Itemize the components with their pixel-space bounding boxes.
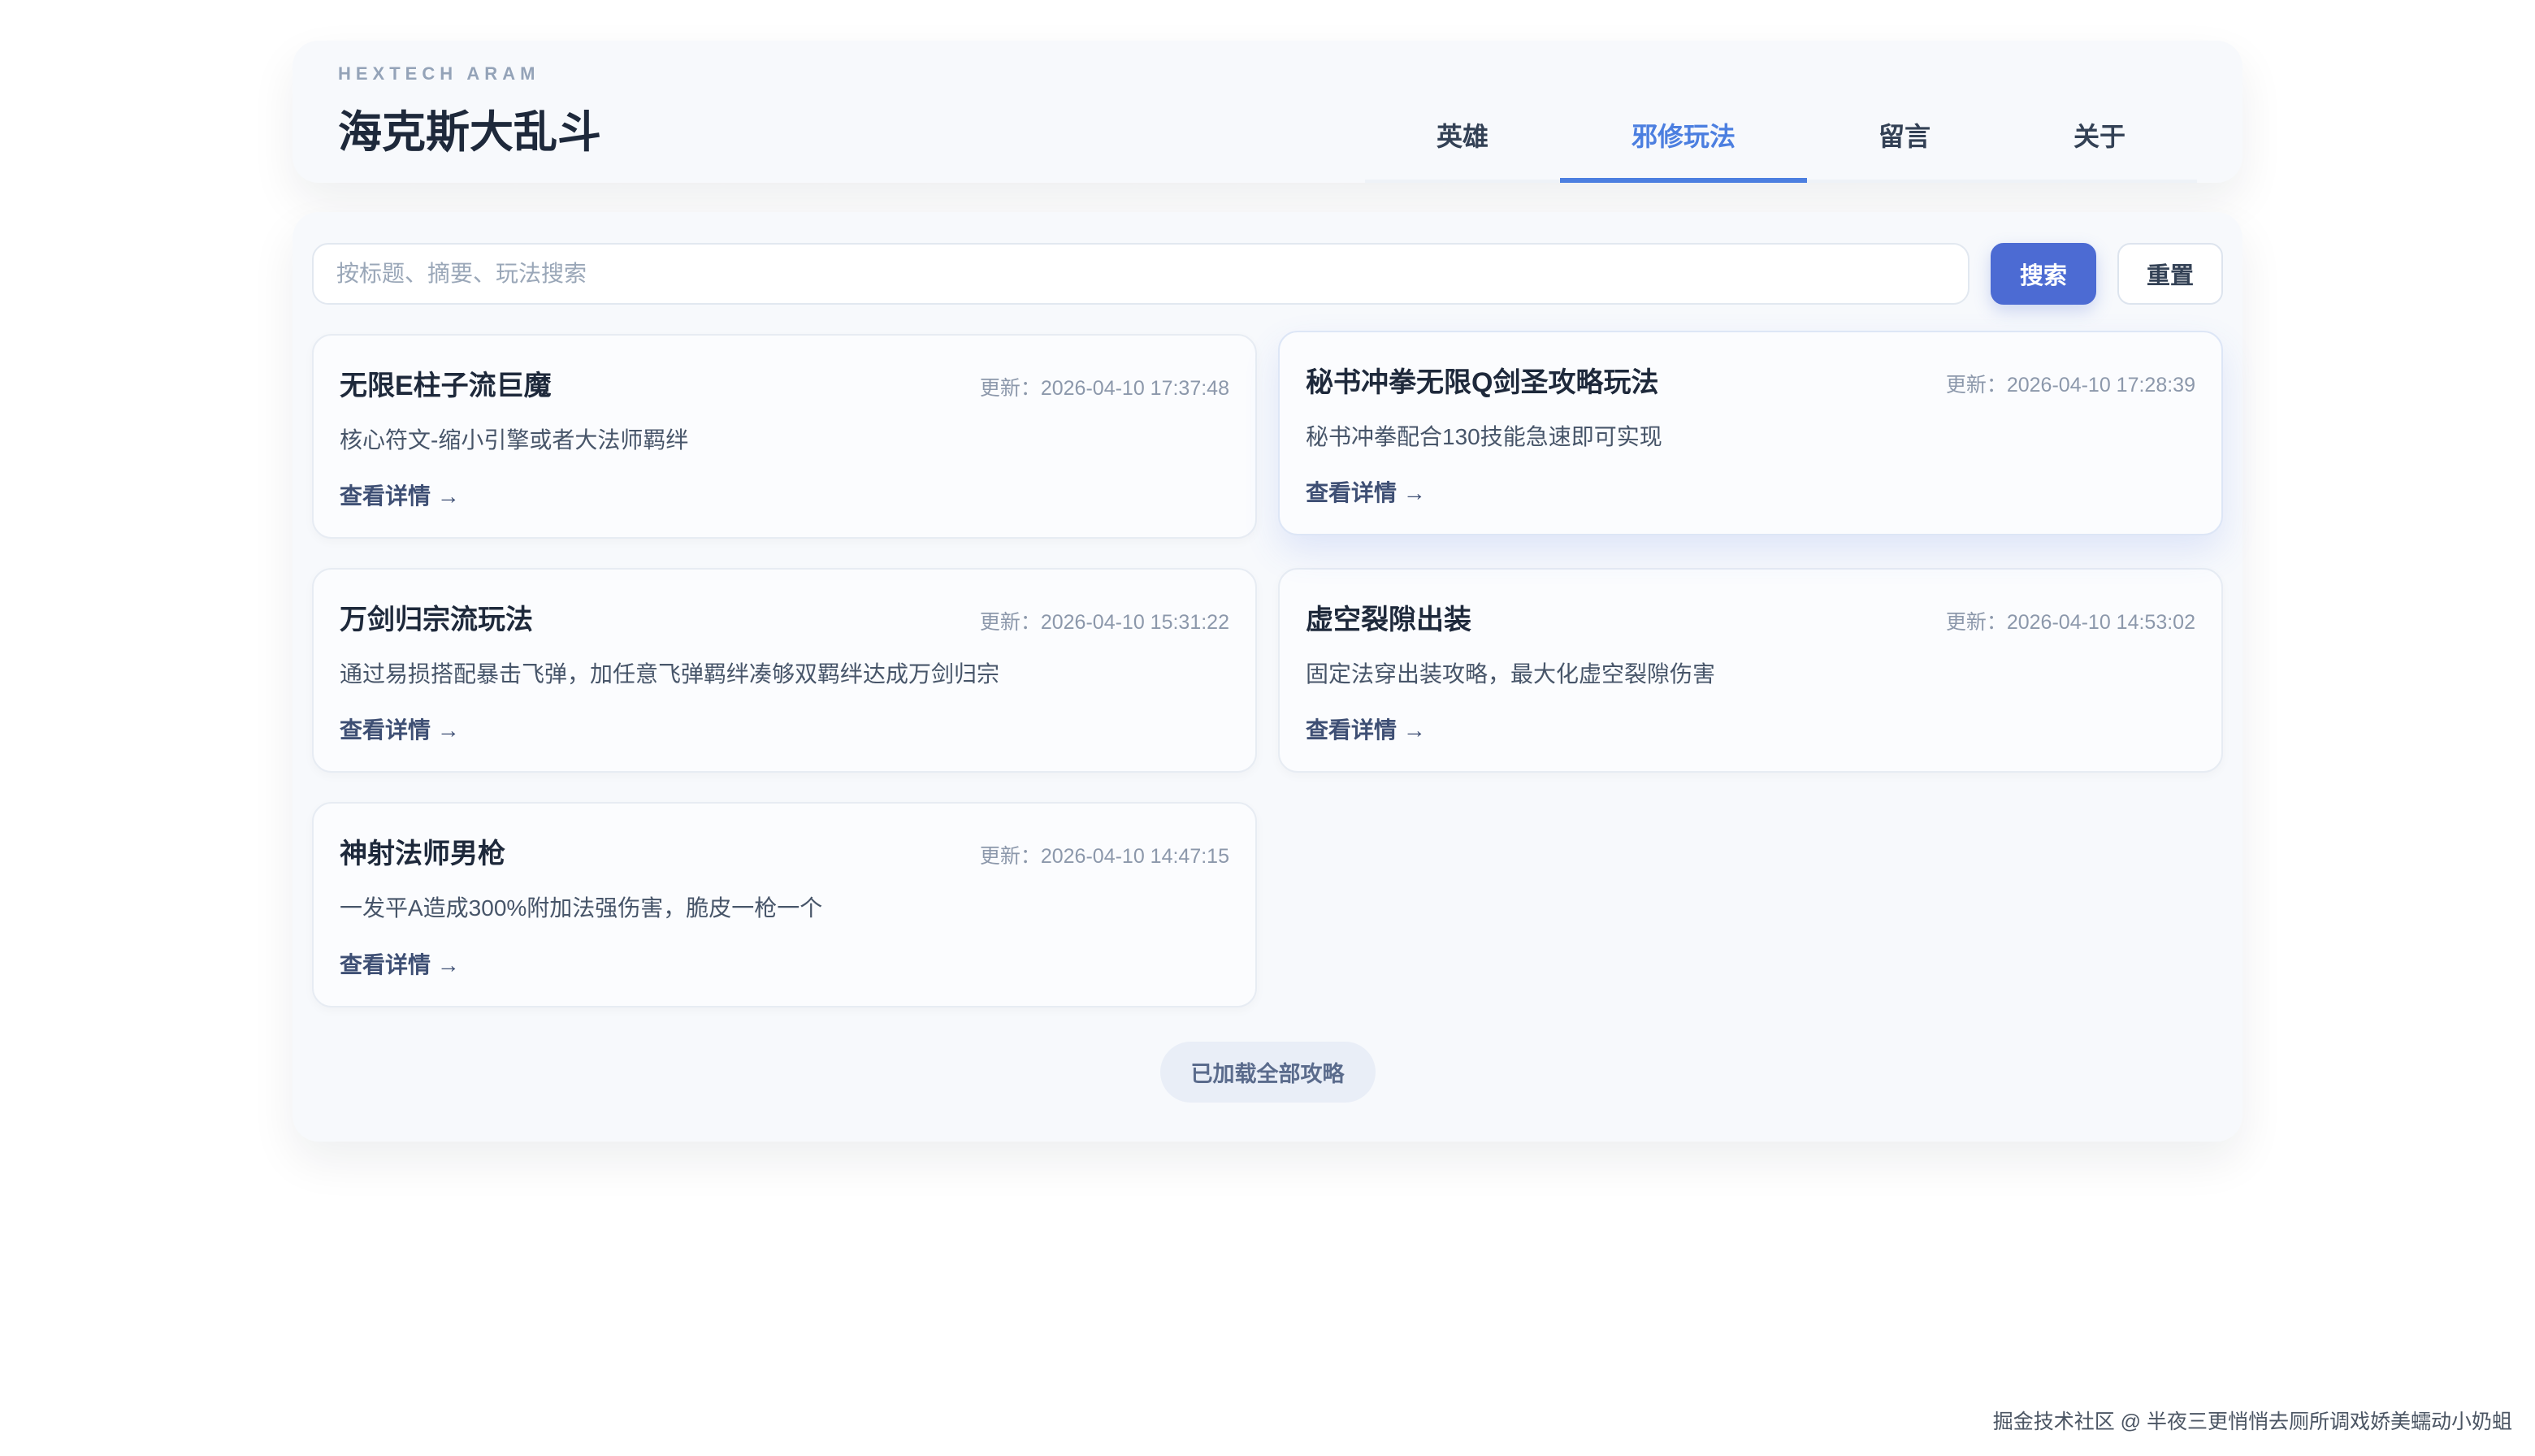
card-summary: 秘书冲拳配合130技能急速即可实现 xyxy=(1306,421,2195,453)
guide-card: 无限E柱子流巨魔 更新：2026-04-10 17:37:48 核心符文-缩小引… xyxy=(312,334,1257,539)
load-status-pill: 已加载全部攻略 xyxy=(1160,1042,1376,1103)
nav-tab-about[interactable]: 关于 xyxy=(2002,93,2197,183)
reset-button[interactable]: 重置 xyxy=(2117,243,2223,305)
card-detail-link[interactable]: 查看详情 → xyxy=(340,713,460,745)
card-summary: 固定法穿出装攻略，最大化虚空裂隙伤害 xyxy=(1306,658,2195,690)
guide-card: 万剑归宗流玩法 更新：2026-04-10 15:31:22 通过易损搭配暴击飞… xyxy=(312,568,1257,773)
search-input[interactable] xyxy=(312,243,1970,305)
card-summary: 核心符文-缩小引擎或者大法师羁绊 xyxy=(340,424,1229,456)
guide-card: 秘书冲拳无限Q剑圣攻略玩法 更新：2026-04-10 17:28:39 秘书冲… xyxy=(1278,331,2223,535)
brand-block: HEXTECH ARAM 海克斯大乱斗 xyxy=(338,63,601,183)
card-head: 无限E柱子流巨魔 更新：2026-04-10 17:37:48 xyxy=(340,363,1229,403)
card-title: 无限E柱子流巨魔 xyxy=(340,363,552,403)
guide-card: 虚空裂隙出装 更新：2026-04-10 14:53:02 固定法穿出装攻略，最… xyxy=(1278,568,2223,773)
card-updated: 更新：2026-04-10 14:47:15 xyxy=(980,840,1229,869)
guide-card: 神射法师男枪 更新：2026-04-10 14:47:15 一发平A造成300%… xyxy=(312,802,1257,1007)
card-title: 虚空裂隙出装 xyxy=(1306,597,1471,637)
card-title: 神射法师男枪 xyxy=(340,831,505,871)
card-updated: 更新：2026-04-10 14:53:02 xyxy=(1946,606,2195,635)
main-nav: 英雄 邪修玩法 留言 关于 xyxy=(1365,93,2197,183)
card-detail-link[interactable]: 查看详情 → xyxy=(340,947,460,980)
nav-tab-guides[interactable]: 邪修玩法 xyxy=(1560,93,1807,183)
card-updated: 更新：2026-04-10 17:37:48 xyxy=(980,372,1229,401)
card-head: 虚空裂隙出装 更新：2026-04-10 14:53:02 xyxy=(1306,597,2195,637)
card-title: 万剑归宗流玩法 xyxy=(340,597,533,637)
header: HEXTECH ARAM 海克斯大乱斗 英雄 邪修玩法 留言 关于 xyxy=(292,41,2242,183)
brand-label: HEXTECH ARAM xyxy=(338,63,601,84)
card-summary: 通过易损搭配暴击飞弹，加任意飞弹羁绊凑够双羁绊达成万剑归宗 xyxy=(340,658,1229,690)
card-detail-link[interactable]: 查看详情 → xyxy=(1306,713,1426,745)
watermark: 掘金技术社区 @ 半夜三更悄悄去厕所调戏娇美蠕动小奶蛆 xyxy=(1993,1406,2512,1435)
card-detail-link[interactable]: 查看详情 → xyxy=(1306,475,1426,508)
card-updated: 更新：2026-04-10 17:28:39 xyxy=(1946,369,2195,398)
search-button[interactable]: 搜索 xyxy=(1991,243,2096,305)
search-bar: 搜索 重置 xyxy=(312,243,2223,305)
page-title: 海克斯大乱斗 xyxy=(338,96,601,160)
nav-tab-heroes[interactable]: 英雄 xyxy=(1365,93,1560,183)
guide-grid: 无限E柱子流巨魔 更新：2026-04-10 17:37:48 核心符文-缩小引… xyxy=(312,334,2223,1008)
card-head: 万剑归宗流玩法 更新：2026-04-10 15:31:22 xyxy=(340,597,1229,637)
card-head: 秘书冲拳无限Q剑圣攻略玩法 更新：2026-04-10 17:28:39 xyxy=(1306,360,2195,400)
card-head: 神射法师男枪 更新：2026-04-10 14:47:15 xyxy=(340,831,1229,871)
card-title: 秘书冲拳无限Q剑圣攻略玩法 xyxy=(1306,360,1658,400)
card-detail-link[interactable]: 查看详情 → xyxy=(340,479,460,511)
card-summary: 一发平A造成300%附加法强伤害，脆皮一枪一个 xyxy=(340,892,1229,924)
card-updated: 更新：2026-04-10 15:31:22 xyxy=(980,606,1229,635)
main-panel: 搜索 重置 无限E柱子流巨魔 更新：2026-04-10 17:37:48 核心… xyxy=(292,212,2242,1142)
nav-tab-messages[interactable]: 留言 xyxy=(1807,93,2002,183)
